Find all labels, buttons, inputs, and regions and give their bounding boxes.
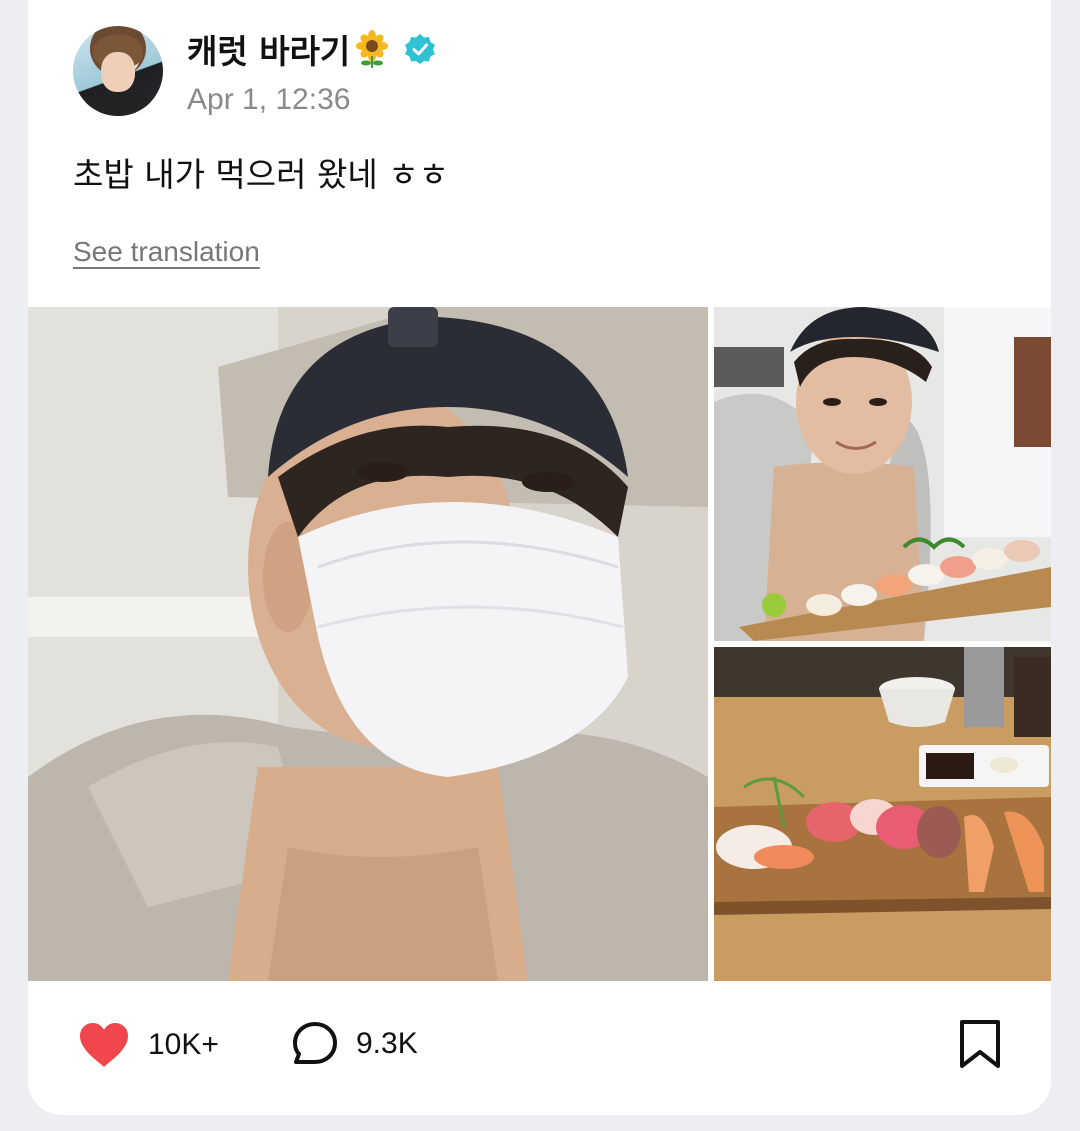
verified-badge-icon bbox=[405, 34, 436, 64]
comment-button[interactable]: 9.3K bbox=[292, 1021, 418, 1067]
see-translation-link[interactable]: See translation bbox=[73, 236, 260, 268]
post-timestamp: Apr 1, 12:36 bbox=[187, 83, 351, 116]
post-meta: 캐럿 바라기 Apr 1, 12:36 bbox=[187, 25, 436, 117]
author-name[interactable]: 캐럿 바라기 bbox=[187, 25, 350, 73]
avatar[interactable] bbox=[73, 26, 163, 116]
action-bar: 10K+ 9.3K bbox=[28, 981, 1051, 1115]
like-button[interactable]: 10K+ bbox=[78, 1021, 219, 1069]
like-count: 10K+ bbox=[148, 1028, 219, 1061]
post-header: 캐럿 바라기 Apr 1, 12:36 bbox=[73, 25, 436, 117]
photo-selfie-masked[interactable] bbox=[28, 307, 708, 981]
post-card: 캐럿 바라기 Apr 1, 12:36 초밥 내가 먹으러 왔네 ㅎㅎ See … bbox=[28, 0, 1051, 1115]
photo-selfie-sushi[interactable] bbox=[714, 307, 1051, 641]
post-text: 초밥 내가 먹으러 왔네 ㅎㅎ bbox=[73, 155, 449, 194]
photo-sushi-platter[interactable] bbox=[714, 647, 1051, 981]
heart-icon bbox=[80, 1023, 128, 1067]
sushi-platter-image bbox=[714, 647, 1051, 981]
sunflower-icon bbox=[356, 30, 389, 68]
selfie-masked-image bbox=[28, 307, 708, 981]
bookmark-button[interactable] bbox=[958, 1019, 1002, 1069]
comment-bubble-icon bbox=[293, 1022, 337, 1064]
bookmark-icon bbox=[960, 1020, 1000, 1068]
selfie-sushi-image bbox=[714, 307, 1051, 641]
comment-count: 9.3K bbox=[356, 1027, 418, 1060]
author-row: 캐럿 바라기 bbox=[187, 25, 436, 73]
